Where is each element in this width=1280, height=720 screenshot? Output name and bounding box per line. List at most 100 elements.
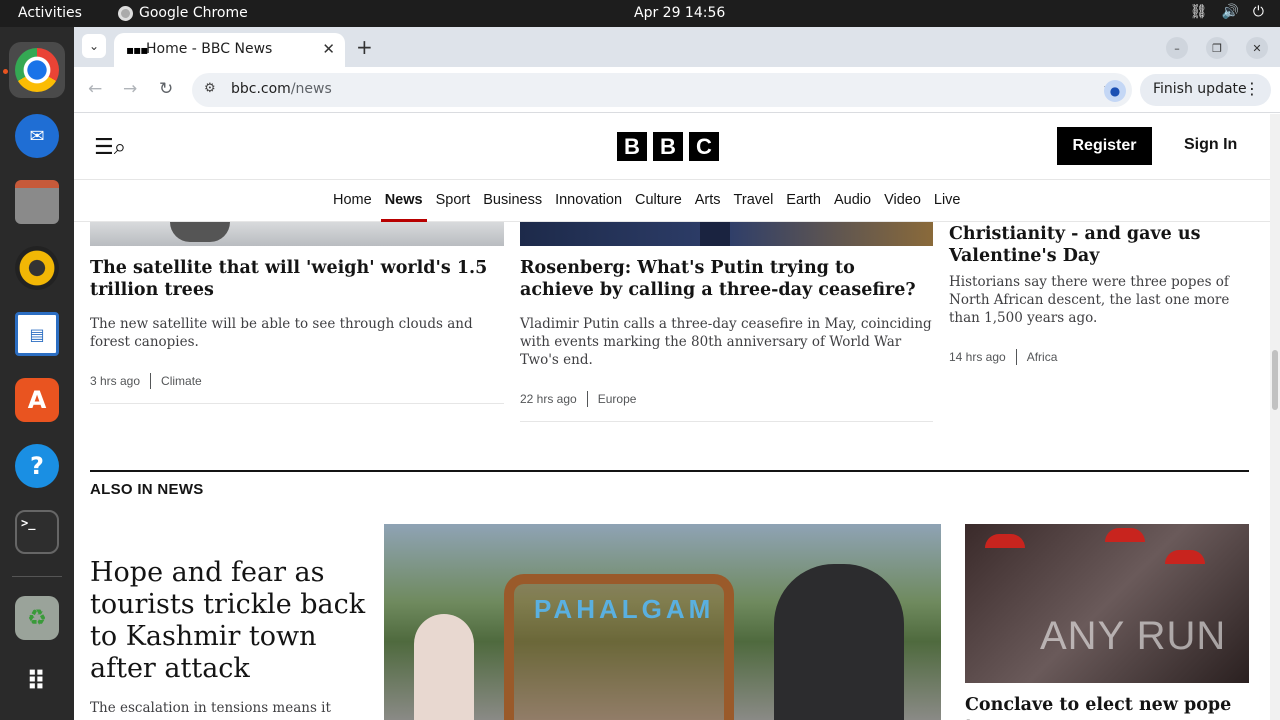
power-icon: ⏻ [1252, 4, 1264, 20]
nav-audio[interactable]: Audio [834, 192, 871, 208]
activities-button[interactable]: Activities [18, 5, 82, 21]
kebab-menu-icon[interactable]: ⋮ [1244, 79, 1260, 98]
nav-culture[interactable]: Culture [635, 192, 682, 208]
dock-trash[interactable]: ♻ [9, 590, 65, 646]
nav-arts[interactable]: Arts [695, 192, 721, 208]
section-link[interactable]: Europe [598, 392, 637, 406]
conclave-headline[interactable]: Conclave to elect new pope to [965, 694, 1249, 720]
bbc-header: ☰⌕ B B C Register Sign In [74, 114, 1270, 180]
dock-writer[interactable]: ▤ [9, 306, 65, 362]
system-top-bar: Activities Google Chrome Apr 29 14:56 ⛓ … [0, 0, 1280, 27]
chevron-down-icon: ⌄ [88, 39, 100, 53]
image-detail [700, 222, 730, 246]
dock-app-grid[interactable]: ⠿ [9, 654, 65, 710]
running-indicator [3, 69, 8, 74]
finish-update-button[interactable]: Finish update ⋮ [1140, 74, 1271, 106]
kashmir-headline[interactable]: Hope and fear as tourists trickle back t… [90, 557, 370, 685]
register-button[interactable]: Register [1057, 127, 1152, 165]
cardinal-cap [1165, 550, 1205, 564]
tab-search-button[interactable]: ⌄ [82, 34, 106, 58]
popes-headline[interactable]: Christianity - and gave us Valentine's D… [949, 223, 1249, 267]
active-app-menu[interactable]: Google Chrome [118, 5, 248, 21]
minimize-icon[interactable]: – [1166, 37, 1188, 59]
chrome-small-icon [118, 5, 133, 21]
clock[interactable]: Apr 29 14:56 [634, 5, 725, 21]
tab-title: Home - BBC News [146, 41, 273, 57]
putin-article-image[interactable] [520, 222, 933, 246]
system-tray[interactable]: ⛓ 🔊 ⏻ [1190, 4, 1264, 20]
section-link[interactable]: Climate [161, 374, 202, 388]
sign-text: PAHALGAM [534, 594, 715, 624]
nav-live[interactable]: Live [934, 192, 961, 208]
dock-thunderbird[interactable]: ✉ [9, 108, 65, 164]
popes-meta: 14 hrs ago Africa [949, 349, 1057, 365]
rhythmbox-icon [15, 246, 59, 290]
url-domain: bbc.com [231, 81, 291, 97]
nav-sport[interactable]: Sport [436, 192, 471, 208]
putin-headline[interactable]: Rosenberg: What's Putin trying to achiev… [520, 257, 932, 301]
divider [1015, 349, 1017, 365]
also-in-news-heading: ALSO IN NEWS [90, 481, 204, 498]
bbc-favicon-icon: ▪▪▪ [126, 43, 148, 57]
forward-arrow-icon[interactable]: → [123, 79, 137, 99]
image-detail [170, 222, 230, 242]
nav-news[interactable]: News [380, 192, 427, 222]
close-tab-icon[interactable]: ✕ [322, 40, 335, 58]
bbc-logo[interactable]: B B C [617, 132, 719, 161]
active-app-name: Google Chrome [139, 5, 248, 21]
watermark-text: ANY RUN [1040, 614, 1227, 658]
reload-icon[interactable]: ↻ [159, 79, 173, 99]
page-scrollbar[interactable] [1270, 114, 1280, 720]
dock-terminal[interactable]: >_ [9, 504, 65, 560]
scrollbar-thumb[interactable] [1272, 350, 1278, 410]
tab-strip: ⌄ ▪▪▪ Home - BBC News ✕ + – ❐ ✕ [74, 27, 1280, 67]
tab-bbc-news[interactable]: ▪▪▪ Home - BBC News ✕ [114, 33, 345, 67]
card-divider [520, 421, 933, 422]
satellite-headline[interactable]: The satellite that will 'weigh' world's … [90, 257, 502, 301]
popes-summary: Historians say there were three popes of… [949, 274, 1230, 326]
card-divider [90, 403, 504, 404]
logo-letter: B [617, 132, 647, 161]
dock-rhythmbox[interactable] [9, 240, 65, 296]
restore-icon[interactable]: ❐ [1206, 37, 1228, 59]
site-info-icon[interactable]: ⚙ [204, 81, 216, 96]
nav-earth[interactable]: Earth [786, 192, 821, 208]
satellite-meta: 3 hrs ago Climate [90, 373, 202, 389]
dock: ✉ ▤ A ? >_ ♻ ⠿ [0, 27, 74, 720]
trash-icon: ♻ [15, 596, 59, 640]
section-link[interactable]: Africa [1027, 350, 1058, 364]
dock-chrome[interactable] [9, 42, 65, 98]
nav-video[interactable]: Video [884, 192, 921, 208]
sign-in-link[interactable]: Sign In [1184, 136, 1237, 154]
nav-home[interactable]: Home [333, 192, 372, 208]
satellite-summary: The new satellite will be able to see th… [90, 316, 473, 350]
conclave-image[interactable]: ANY RUN [965, 524, 1249, 683]
dock-separator [12, 576, 62, 577]
menu-search-icon[interactable]: ☰⌕ [94, 135, 126, 160]
profile-avatar-icon[interactable]: ● [1104, 80, 1126, 102]
back-arrow-icon[interactable]: ← [88, 79, 102, 99]
volume-icon: 🔊 [1221, 4, 1239, 20]
cardinal-cap [1105, 528, 1145, 542]
nav-business[interactable]: Business [483, 192, 542, 208]
network-icon: ⛓ [1189, 4, 1208, 20]
writer-icon: ▤ [15, 312, 59, 356]
logo-letter: B [653, 132, 683, 161]
thunderbird-icon: ✉ [15, 114, 59, 158]
nav-travel[interactable]: Travel [734, 192, 774, 208]
dock-app-center[interactable]: A [9, 372, 65, 428]
kashmir-image[interactable]: PAHALGAM [384, 524, 941, 720]
nav-innovation[interactable]: Innovation [555, 192, 622, 208]
terminal-icon: >_ [15, 510, 59, 554]
satellite-article-image[interactable] [90, 222, 504, 246]
tourist-figure [414, 614, 474, 720]
close-window-icon[interactable]: ✕ [1246, 37, 1268, 59]
new-tab-icon[interactable]: + [356, 35, 373, 59]
timestamp: 14 hrs ago [949, 350, 1006, 364]
address-bar[interactable]: ⚙ bbc.com/news ☆ [192, 73, 1132, 107]
timestamp: 3 hrs ago [90, 374, 141, 388]
dock-files[interactable] [9, 174, 65, 230]
files-icon [15, 180, 59, 224]
url-text[interactable]: bbc.com/news [231, 81, 332, 97]
dock-help[interactable]: ? [9, 438, 65, 494]
